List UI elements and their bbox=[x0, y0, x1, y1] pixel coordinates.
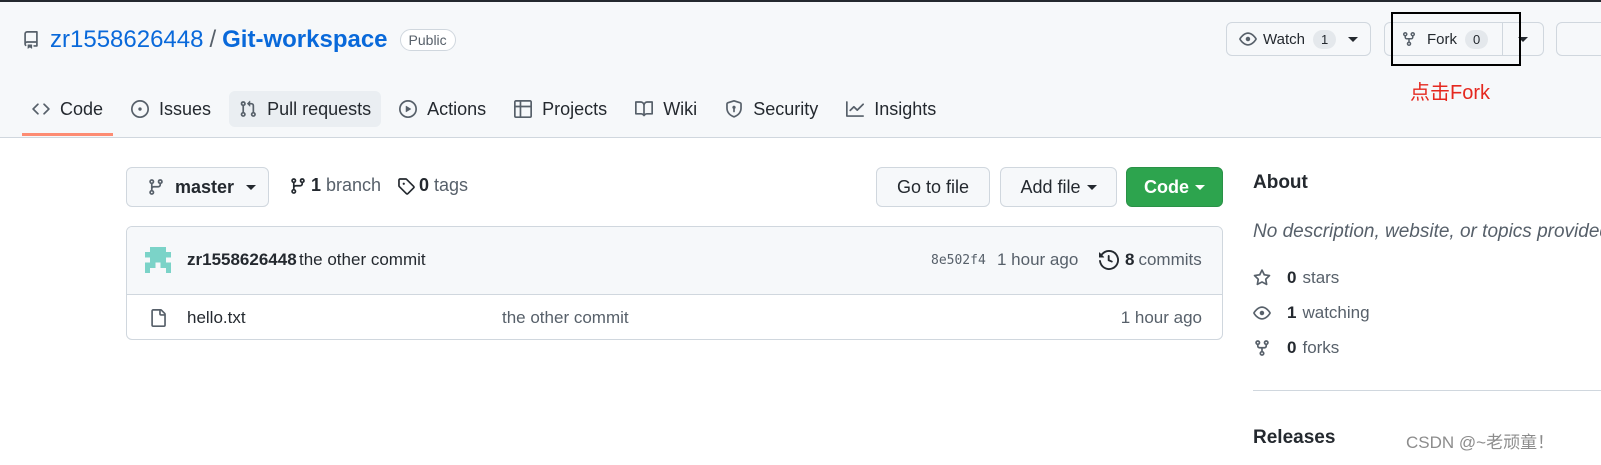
eye-icon bbox=[1253, 306, 1271, 320]
file-list: zr1558626448 the other commit 8e502f4 1 … bbox=[126, 226, 1223, 340]
tab-label: Wiki bbox=[663, 98, 698, 119]
latest-commit-row: zr1558626448 the other commit 8e502f4 1 … bbox=[127, 227, 1222, 295]
about-description: No description, website, or topics provi… bbox=[1253, 221, 1601, 242]
tab-projects[interactable]: Projects bbox=[504, 84, 617, 134]
fork-highlight-box bbox=[1391, 12, 1521, 66]
star-button[interactable] bbox=[1556, 22, 1601, 56]
watching-count: 1 bbox=[1287, 303, 1297, 322]
tab-pull-requests[interactable]: Pull requests bbox=[229, 91, 382, 127]
book-icon bbox=[635, 101, 654, 117]
tab-label: Security bbox=[753, 98, 819, 119]
tags-link[interactable]: 0 tags bbox=[397, 175, 468, 196]
branch-selector[interactable]: master bbox=[126, 167, 269, 207]
branch-label: branch bbox=[326, 175, 382, 195]
branch-count: 1 bbox=[311, 175, 322, 195]
stars-count: 0 bbox=[1287, 268, 1297, 287]
tab-label: Projects bbox=[542, 98, 608, 119]
git-branch-icon bbox=[291, 177, 305, 194]
forks-label: forks bbox=[1302, 338, 1340, 357]
watching-link[interactable]: 1 watching bbox=[1253, 303, 1370, 323]
fork-annotation: 点击Fork bbox=[1410, 82, 1490, 104]
tab-insights[interactable]: Insights bbox=[836, 84, 946, 134]
forks-link[interactable]: 0 forks bbox=[1253, 338, 1339, 358]
issue-icon bbox=[131, 100, 150, 118]
go-to-file-button[interactable]: Go to file bbox=[876, 167, 990, 207]
about-heading: About bbox=[1253, 172, 1308, 193]
repo-name-link[interactable]: Git-workspace bbox=[222, 26, 387, 54]
chevron-down-icon bbox=[1086, 184, 1097, 190]
forks-count: 0 bbox=[1287, 338, 1297, 357]
commit-count: 8 bbox=[1125, 250, 1135, 269]
tab-actions[interactable]: Actions bbox=[389, 84, 496, 134]
chevron-down-icon bbox=[246, 184, 257, 190]
commit-time: 1 hour ago bbox=[997, 250, 1079, 269]
history-icon bbox=[1099, 250, 1119, 270]
repo-icon bbox=[24, 31, 38, 49]
branches-link[interactable]: 1 branch bbox=[289, 175, 381, 196]
file-name-link[interactable]: hello.txt bbox=[187, 308, 246, 328]
file-icon bbox=[151, 309, 166, 327]
branch-name: master bbox=[175, 176, 235, 197]
stars-link[interactable]: 0 stars bbox=[1253, 268, 1339, 288]
visibility-badge: Public bbox=[399, 29, 456, 51]
tab-issues[interactable]: Issues bbox=[121, 84, 221, 134]
watermark: CSDN @~老顽童！ bbox=[1406, 433, 1555, 452]
git-branch-icon bbox=[149, 179, 163, 195]
chevron-down-icon bbox=[1348, 36, 1359, 42]
watch-counter: 1 bbox=[1312, 29, 1337, 49]
tab-security[interactable]: Security bbox=[715, 84, 828, 134]
play-icon bbox=[399, 100, 418, 118]
releases-heading[interactable]: Releases bbox=[1253, 427, 1335, 449]
avatar[interactable] bbox=[145, 247, 171, 273]
shield-icon bbox=[726, 100, 743, 118]
tab-label: Issues bbox=[159, 98, 212, 119]
graph-icon bbox=[846, 101, 865, 117]
tab-label: Actions bbox=[427, 98, 487, 119]
repo-path-separator: / bbox=[209, 26, 217, 53]
tab-code[interactable]: Code bbox=[22, 84, 114, 136]
watch-label: Watch bbox=[1263, 30, 1305, 48]
watching-label: watching bbox=[1302, 303, 1370, 322]
table-icon bbox=[514, 100, 533, 118]
eye-icon bbox=[1239, 32, 1257, 46]
code-icon bbox=[32, 103, 50, 115]
commit-message-link[interactable]: the other commit bbox=[299, 250, 426, 270]
add-file-button[interactable]: Add file bbox=[1000, 167, 1117, 207]
pull-request-icon bbox=[240, 100, 256, 117]
divider bbox=[1253, 390, 1601, 391]
commits-label: commits bbox=[1138, 250, 1202, 269]
commit-author-link[interactable]: zr1558626448 bbox=[187, 250, 297, 270]
tab-wiki[interactable]: Wiki bbox=[625, 84, 707, 134]
star-icon bbox=[1253, 269, 1271, 286]
tag-icon bbox=[398, 177, 415, 195]
chevron-down-icon bbox=[1195, 184, 1205, 190]
tab-label: Code bbox=[60, 98, 104, 119]
repo-title: zr1558626448 / Git-workspace Public bbox=[22, 26, 456, 54]
watch-button[interactable]: Watch 1 bbox=[1226, 22, 1372, 56]
tab-label: Pull requests bbox=[267, 98, 372, 119]
tag-count: 0 bbox=[419, 175, 430, 195]
commit-sha-link[interactable]: 8e502f4 bbox=[931, 253, 986, 268]
repo-nav-tabs: Code Issues Pull requests Actions Projec… bbox=[22, 84, 954, 136]
fork-icon bbox=[1255, 340, 1269, 356]
tag-label: tags bbox=[434, 175, 469, 195]
tab-label: Insights bbox=[874, 98, 937, 119]
stars-label: stars bbox=[1302, 268, 1340, 287]
repo-owner-link[interactable]: zr1558626448 bbox=[50, 26, 203, 54]
code-button-label: Code bbox=[1144, 176, 1189, 197]
file-commit-message-link[interactable]: the other commit bbox=[502, 308, 629, 328]
file-commit-time: 1 hour ago bbox=[1120, 308, 1202, 327]
table-row: hello.txt the other commit 1 hour ago bbox=[127, 295, 1222, 339]
go-to-file-label: Go to file bbox=[896, 176, 970, 197]
code-button[interactable]: Code bbox=[1126, 167, 1223, 207]
commits-link[interactable]: 8 commits bbox=[1099, 250, 1202, 270]
add-file-label: Add file bbox=[1020, 176, 1081, 197]
